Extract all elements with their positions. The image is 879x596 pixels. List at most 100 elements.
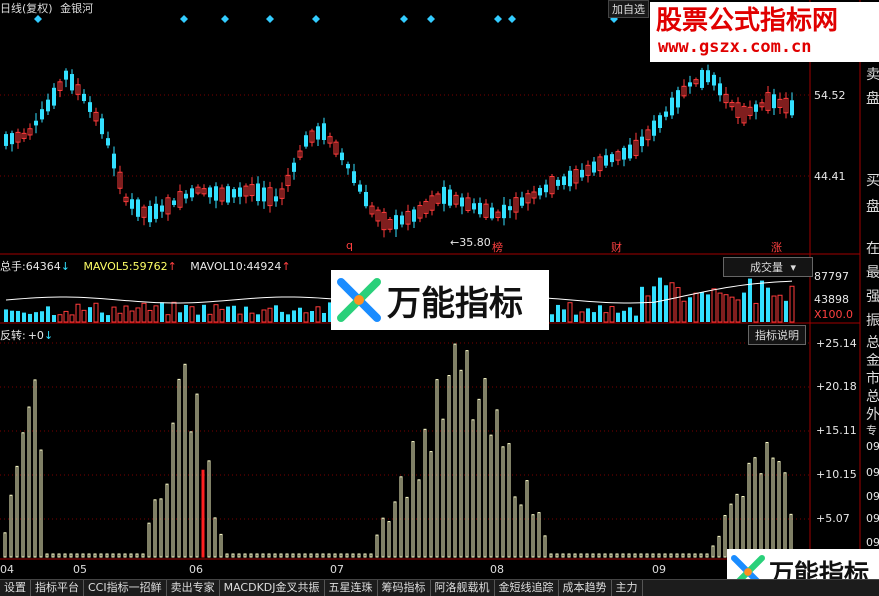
indicator-bar: [201, 469, 205, 558]
volume-bar: [723, 294, 729, 323]
indicator-bar: [609, 553, 613, 558]
candle-body: [520, 197, 524, 206]
indicator-bar: [687, 553, 691, 558]
volume-bar: [609, 306, 615, 323]
indicator-bar: [393, 501, 397, 558]
indicator-bar: [261, 553, 265, 558]
candle-body: [346, 163, 350, 169]
volume-bar: [556, 304, 560, 322]
indicator-explain-button[interactable]: 指标说明: [748, 325, 806, 345]
indicator-bar: [333, 553, 337, 558]
volume-legend: 总手:64364↓ MAVOL5:59762↑ MAVOL10:44924↑: [0, 258, 291, 274]
tab-macdkdj[interactable]: MACDKDJ金叉共振: [220, 580, 325, 596]
indicator-bar: [453, 343, 457, 558]
vol-total-label: 总手:: [0, 260, 26, 273]
tab-cci[interactable]: CCI指标一招鲜: [84, 580, 167, 596]
volume-tick: 43898: [814, 293, 849, 306]
volume-bar: [645, 295, 651, 323]
volume-bar: [771, 295, 777, 323]
indicator-bar: [135, 553, 139, 558]
price-tick: 54.52: [814, 89, 846, 102]
side-label-gold: 金: [866, 353, 879, 369]
side-label-amplitude: 振: [866, 313, 879, 329]
signal-diamond-icon: [34, 15, 42, 23]
candle-body: [700, 69, 704, 88]
tab-settings[interactable]: 设置: [0, 580, 31, 596]
volume-bar: [34, 312, 38, 322]
side-label-max: 最: [866, 265, 879, 281]
volume-bar: [628, 307, 632, 322]
indicator-bar: [3, 532, 7, 558]
candle-body: [592, 161, 596, 173]
indicator-bar: [471, 419, 475, 558]
volume-bar: [748, 278, 752, 322]
mavol5-label: MAVOL5:: [83, 260, 133, 273]
indicator-bar: [705, 553, 709, 558]
volume-bar: [135, 307, 141, 323]
side-partial: 09: [866, 440, 879, 453]
tab-chips[interactable]: 筹码指标: [378, 580, 431, 596]
add-watch-button[interactable]: 加自选: [608, 0, 649, 18]
candle-body: [64, 70, 68, 80]
candle-body: [658, 115, 662, 129]
indicator-bar: [165, 483, 169, 558]
volume-bar: [81, 309, 87, 323]
chart-header: 日线(复权) 金银河: [0, 0, 93, 16]
indicator-bar: [369, 553, 373, 558]
indicator-bar: [381, 517, 385, 558]
indicator-bar: [99, 553, 103, 558]
watermark-title: 股票公式指标网: [656, 6, 839, 36]
tab-sell-expert[interactable]: 卖出专家: [167, 580, 220, 596]
indicator-bar: [591, 553, 595, 558]
vol-down-arrow-icon: ↓: [60, 260, 70, 273]
volume-bar: [165, 314, 171, 323]
indicator-bar: [597, 553, 601, 558]
indicator-bar: [21, 432, 25, 558]
indicator-bar: [27, 406, 31, 558]
indicator-bar: [51, 553, 55, 558]
indicator-bar: [81, 553, 85, 558]
volume-bar: [226, 306, 230, 322]
tab-carrier[interactable]: 阿洛舰载机: [431, 580, 495, 596]
volume-bar: [688, 297, 692, 322]
signal-diamond-icon: [180, 15, 188, 23]
indicator-bar: [345, 553, 349, 558]
volume-bar: [69, 314, 75, 323]
candle-body: [274, 196, 278, 202]
indicator-bar: [171, 422, 175, 558]
candle-body: [448, 189, 452, 206]
candle-body: [664, 111, 668, 117]
tab-five-stars[interactable]: 五星连珠: [325, 580, 378, 596]
indicator-bar: [291, 553, 295, 558]
volume-bar: [10, 310, 14, 322]
tab-cost-trend[interactable]: 成本趋势: [559, 580, 612, 596]
candle-body: [46, 99, 50, 112]
indicator-bar: [765, 441, 769, 558]
indicator-bar: [255, 553, 259, 558]
indicator-bar: [63, 553, 67, 558]
volume-bar: [123, 305, 129, 323]
signal-diamond-icon: [494, 15, 502, 23]
indicator-bar: [387, 521, 391, 558]
indicator-bar: [621, 553, 625, 558]
low-price-label: ←35.80: [450, 236, 491, 249]
mavol10-value: 44924: [246, 260, 282, 273]
volume-bar: [93, 302, 99, 323]
tab-short-track[interactable]: 金短线追踪: [495, 580, 559, 596]
tab-main-force[interactable]: 主力: [612, 580, 643, 596]
indicator-bar: [141, 553, 145, 558]
indicator-bar: [435, 379, 439, 558]
candle-body: [232, 189, 236, 198]
volume-bar: [700, 292, 704, 322]
volume-bar: [57, 314, 63, 323]
volume-bar: [153, 305, 159, 323]
indicator-bar: [285, 553, 289, 558]
indicator-bar: [297, 553, 301, 558]
volume-selector[interactable]: 成交量 ▾: [723, 257, 813, 277]
candle-body: [364, 191, 368, 207]
candle-body: [304, 135, 308, 147]
tab-indicator-platform[interactable]: 指标平台: [31, 580, 84, 596]
candle-body: [394, 215, 398, 230]
indicator-bar: [717, 535, 721, 558]
indicator-bar: [489, 434, 493, 558]
